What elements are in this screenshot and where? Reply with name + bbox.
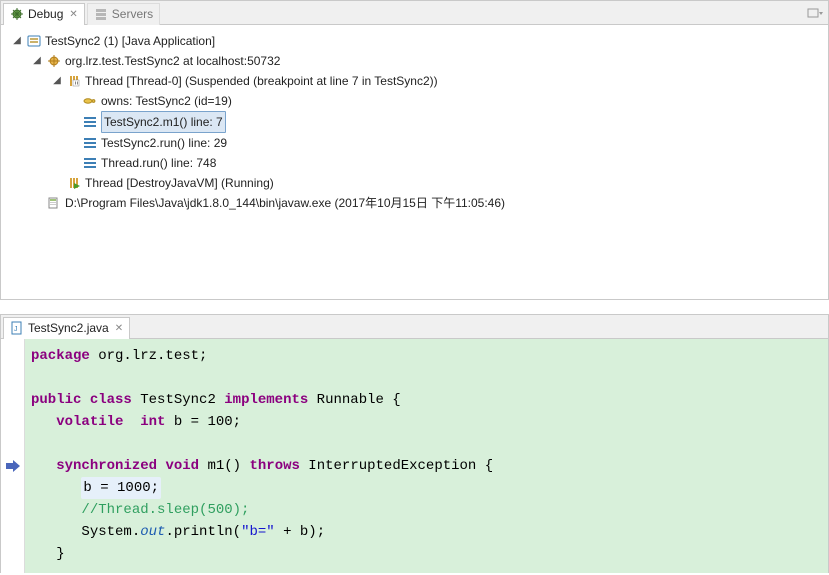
current-line: b = 1000; [81, 477, 161, 499]
debug-tree[interactable]: ◢ TestSync2 (1) [Java Application] ◢ org… [1, 25, 828, 273]
kw-public: public [31, 392, 81, 408]
java-app-icon [27, 34, 41, 48]
servers-icon [94, 7, 108, 21]
debug-tabbar: Debug ✕ Servers [1, 1, 828, 25]
tree-launch-label: TestSync2 (1) [Java Application] [45, 31, 215, 51]
java-file-icon: J [10, 321, 24, 335]
runnable: Runnable { [308, 392, 400, 408]
view-menu-icon[interactable] [806, 6, 824, 20]
svg-text:J: J [14, 326, 18, 333]
stackframe-icon [83, 137, 97, 149]
editor-panel: J TestSync2.java ✕ [0, 314, 829, 573]
tab-editor-file[interactable]: J TestSync2.java ✕ [3, 317, 130, 339]
tree-frame-2[interactable]: Thread.run() line: 748 [5, 153, 824, 173]
stackframe-icon [83, 116, 97, 128]
tree-owns[interactable]: owns: TestSync2 (id=19) [5, 91, 824, 111]
str-lit: "b=" [241, 524, 275, 540]
println-post: + b); [275, 524, 325, 540]
kw-synchronized: synchronized [56, 458, 157, 474]
collapse-icon[interactable]: ◢ [11, 31, 23, 51]
kw-int: int [123, 414, 165, 430]
tree-thread-0[interactable]: ◢ Thread [Thread-0] (Suspended (breakpoi… [5, 71, 824, 91]
tree-process-label: D:\Program Files\Java\jdk1.8.0_144\bin\j… [65, 193, 505, 213]
kw-volatile: volatile [56, 414, 123, 430]
tab-servers-label: Servers [112, 7, 153, 21]
tree-frame-1-label: TestSync2.run() line: 29 [101, 133, 227, 153]
kw-throws: throws [249, 458, 299, 474]
tree-thread-vm[interactable]: Thread [DestroyJavaVM] (Running) [5, 173, 824, 193]
tree-frame-0[interactable]: TestSync2.m1() line: 7 [5, 111, 824, 133]
debug-target-icon [47, 54, 61, 68]
println-pre: .println( [165, 524, 241, 540]
pkg-rest: org.lrz.test; [90, 348, 208, 364]
tree-owns-label: owns: TestSync2 (id=19) [101, 91, 232, 111]
monitor-icon [83, 96, 97, 106]
close-icon[interactable]: ✕ [69, 9, 77, 20]
collapse-icon[interactable]: ◢ [51, 71, 63, 91]
thread-running-icon [67, 176, 81, 190]
tree-thread-0-label: Thread [Thread-0] (Suspended (breakpoint… [85, 71, 438, 91]
tree-frame-0-label: TestSync2.m1() line: 7 [101, 111, 226, 133]
m1-sig: m1() [199, 458, 249, 474]
tab-editor-file-label: TestSync2.java [28, 321, 109, 335]
tree-launch[interactable]: ◢ TestSync2 (1) [Java Application] [5, 31, 824, 51]
tree-frame-1[interactable]: TestSync2.run() line: 29 [5, 133, 824, 153]
tab-servers[interactable]: Servers [87, 3, 160, 25]
brace: } [56, 546, 64, 562]
tree-thread-vm-label: Thread [DestroyJavaVM] (Running) [85, 173, 274, 193]
editor-gutter[interactable] [1, 339, 25, 573]
tab-debug[interactable]: Debug ✕ [3, 3, 85, 25]
ie: InterruptedException { [300, 458, 493, 474]
kw-implements: implements [224, 392, 308, 408]
cls-name: TestSync2 [132, 392, 224, 408]
tree-target-label: org.lrz.test.TestSync2 at localhost:5073… [65, 51, 280, 71]
stackframe-icon [83, 157, 97, 169]
close-icon[interactable]: ✕ [115, 323, 123, 334]
comment: //Thread.sleep(500); [81, 502, 249, 518]
kw-package: package [31, 348, 90, 364]
debug-icon [10, 7, 24, 21]
thread-suspended-icon [67, 74, 81, 88]
tab-debug-label: Debug [28, 7, 63, 21]
sys: System. [81, 524, 140, 540]
instruction-pointer-icon [5, 460, 21, 472]
code-area[interactable]: package org.lrz.test; public class TestS… [25, 339, 828, 573]
tree-frame-2-label: Thread.run() line: 748 [101, 153, 216, 173]
tree-process[interactable]: D:\Program Files\Java\jdk1.8.0_144\bin\j… [5, 193, 824, 213]
collapse-icon[interactable]: ◢ [31, 51, 43, 71]
kw-void: void [165, 458, 199, 474]
editor-tabbar: J TestSync2.java ✕ [1, 315, 828, 339]
kw-class: class [90, 392, 132, 408]
process-icon [47, 196, 61, 210]
bdecl: b = 100; [165, 414, 241, 430]
debug-view-panel: Debug ✕ Servers ◢ TestSync2 (1) [Java Ap… [0, 0, 829, 300]
tree-target[interactable]: ◢ org.lrz.test.TestSync2 at localhost:50… [5, 51, 824, 71]
editor-body: package org.lrz.test; public class TestS… [1, 339, 828, 573]
out-field: out [140, 524, 165, 540]
